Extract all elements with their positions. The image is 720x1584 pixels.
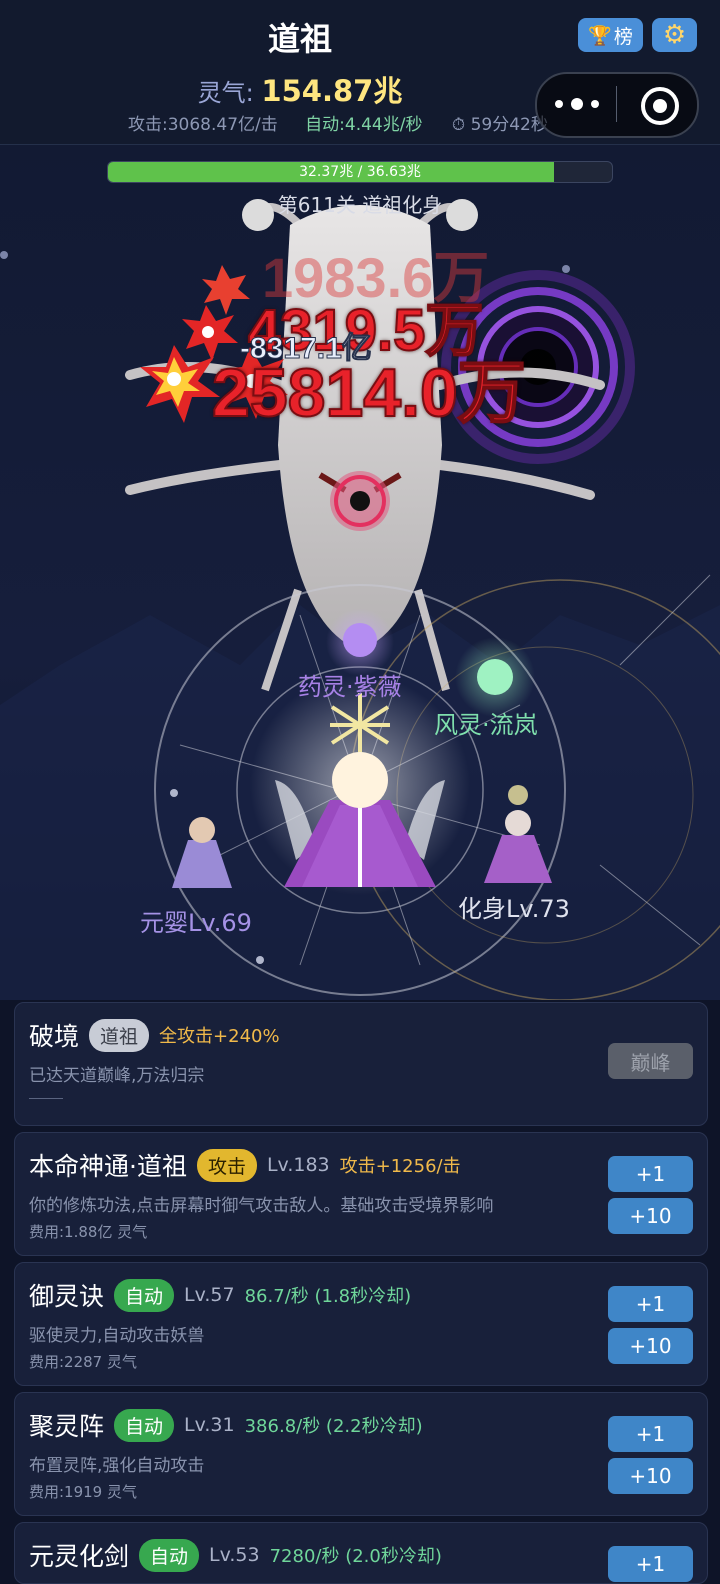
hero-name-yuanying: 元婴Lv.69: [140, 909, 252, 937]
breakthrough-card: 破境 道祖 全攻击+240% 已达天道巅峰,万法归宗 巅峰: [14, 1002, 708, 1126]
close-miniprogram-icon[interactable]: [641, 87, 679, 125]
skill-desc: 驱使灵力,自动攻击妖兽: [29, 1326, 205, 1346]
skill-title-row: 本命神通·道祖 攻击 Lv.183 攻击+1256/击: [29, 1147, 461, 1183]
stage-label: 第611关 道祖化身: [277, 193, 443, 217]
timer: ⏱ 59分42秒: [452, 115, 548, 135]
upgrade-plus10-button[interactable]: +10: [608, 1198, 693, 1234]
skill-title: 聚灵阵: [29, 1412, 105, 1441]
skill-level: Lv.183: [266, 1154, 330, 1176]
skill-cost: 费用:2287 灵气: [29, 1353, 137, 1371]
upgrade-plus10-button[interactable]: +10: [608, 1328, 693, 1364]
boss-hp-bar: 32.37兆 / 36.63兆: [107, 161, 613, 183]
qi-display: 灵气: 154.87兆: [0, 68, 600, 110]
hero-name-huashen: 化身Lv.73: [458, 895, 570, 923]
skill-level: Lv.53: [209, 1544, 260, 1566]
skill-card: 元灵化剑 自动 Lv.53 7280/秒 (2.0秒冷却) +1: [14, 1522, 708, 1584]
skill-title-row: 元灵化剑 自动 Lv.53 7280/秒 (2.0秒冷却): [29, 1537, 442, 1573]
skill-title: 元灵化剑: [29, 1542, 130, 1571]
skill-cost: 费用:1919 灵气: [29, 1483, 137, 1501]
qi-value: 154.87兆: [261, 74, 403, 108]
skill-title: 御灵诀: [29, 1282, 105, 1311]
skill-card: 聚灵阵 自动 Lv.31 386.8/秒 (2.2秒冷却) 布置灵阵,强化自动攻…: [14, 1392, 708, 1516]
auto-stat: 自动:4.44兆/秒: [305, 115, 423, 135]
attack-stat: 攻击:3068.47亿/击: [128, 115, 278, 135]
realm-title: 道祖: [267, 20, 332, 58]
skill-level: Lv.31: [184, 1414, 235, 1436]
boss-hp-text: 32.37兆 / 36.63兆: [299, 164, 421, 180]
breakthrough-title-row: 破境 道祖 全攻击+240%: [29, 1017, 280, 1053]
leaderboard-button[interactable]: 🏆 榜: [578, 18, 643, 52]
settings-button[interactable]: ⚙: [652, 18, 697, 52]
timer-value: 59分42秒: [470, 115, 548, 135]
qi-label: 灵气:: [197, 79, 254, 107]
skill-title-row: 御灵诀 自动 Lv.57 86.7/秒 (1.8秒冷却): [29, 1277, 411, 1313]
spirit-name-feng: 风灵·流岚: [434, 711, 538, 739]
peak-button[interactable]: 巅峰: [608, 1043, 693, 1079]
skill-level: Lv.57: [184, 1284, 235, 1306]
skill-badge: 自动: [139, 1538, 200, 1572]
skill-effect: 86.7/秒 (1.8秒冷却): [244, 1286, 412, 1307]
skill-title: 本命神通·道祖: [29, 1152, 187, 1181]
stats-line: 攻击:3068.47亿/击 自动:4.44兆/秒 ⏱ 59分42秒: [128, 110, 548, 135]
skill-desc: 布置灵阵,强化自动攻击: [29, 1456, 205, 1476]
upgrade-plus1-button[interactable]: +1: [608, 1156, 693, 1192]
skill-card: 本命神通·道祖 攻击 Lv.183 攻击+1256/击 你的修炼功法,点击屏幕时…: [14, 1132, 708, 1256]
damage-number-big: 25814.0万: [211, 354, 527, 432]
leaderboard-label: 榜: [613, 25, 633, 48]
skill-badge: 攻击: [196, 1148, 257, 1182]
skill-desc: 你的修炼功法,点击屏幕时御气攻击敌人。基础攻击受境界影响: [29, 1196, 494, 1216]
realm-badge: 道祖: [89, 1018, 150, 1052]
divider: [29, 1098, 63, 1099]
skill-badge: 自动: [114, 1408, 175, 1442]
skill-cost: 费用:1.88亿 灵气: [29, 1223, 148, 1241]
skill-badge: 自动: [114, 1278, 175, 1312]
battle-area[interactable]: 32.37兆 / 36.63兆 第611关 道祖化身 1983.6万 4319.…: [0, 145, 720, 1000]
header: 道祖 灵气: 154.87兆 攻击:3068.47亿/击 自动:4.44兆/秒 …: [0, 0, 720, 145]
spirit-purple-orb: [326, 608, 394, 676]
upgrade-plus10-button[interactable]: +10: [608, 1458, 693, 1494]
skill-effect: 7280/秒 (2.0秒冷却): [269, 1546, 442, 1567]
capsule-divider: [616, 86, 617, 122]
skill-effect: 攻击+1256/击: [339, 1156, 461, 1177]
trophy-icon: 🏆: [588, 24, 612, 47]
upgrade-plus1-button[interactable]: +1: [608, 1546, 693, 1582]
skill-title-row: 聚灵阵 自动 Lv.31 386.8/秒 (2.2秒冷却): [29, 1407, 423, 1443]
breakthrough-desc: 已达天道巅峰,万法归宗: [29, 1066, 205, 1086]
breakthrough-effect: 全攻击+240%: [159, 1026, 280, 1047]
stopwatch-icon: ⏱: [451, 115, 466, 135]
breakthrough-title: 破境: [29, 1022, 80, 1051]
gear-icon: ⚙: [662, 20, 687, 50]
upgrade-plus1-button[interactable]: +1: [608, 1416, 693, 1452]
upgrade-plus1-button[interactable]: +1: [608, 1286, 693, 1322]
skill-card: 御灵诀 自动 Lv.57 86.7/秒 (1.8秒冷却) 驱使灵力,自动攻击妖兽…: [14, 1262, 708, 1386]
more-menu-icon[interactable]: [555, 92, 599, 116]
miniprogram-capsule: [535, 72, 699, 138]
spirit-name-yao: 药灵·紫薇: [298, 673, 402, 701]
skill-effect: 386.8/秒 (2.2秒冷却): [244, 1416, 423, 1437]
